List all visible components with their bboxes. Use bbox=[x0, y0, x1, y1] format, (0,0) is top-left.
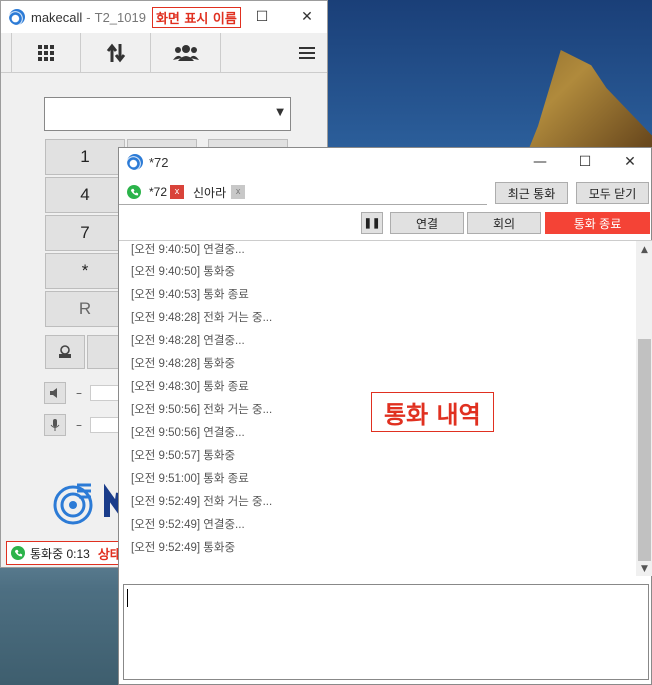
speaker-icon bbox=[50, 388, 57, 398]
connect-button[interactable]: 연결 bbox=[390, 212, 464, 234]
call-history-annotation: 통화 내역 bbox=[371, 392, 494, 432]
log-line: [오전 9:48:28] 연결중... bbox=[131, 335, 245, 347]
dialpad-icon bbox=[38, 45, 54, 61]
call-window: *72 — ☐ ✕ *72 x 신아라 x 최근 통화 모두 닫기 ❚❚ 연결 … bbox=[118, 147, 652, 685]
scroll-down-icon[interactable]: ▼ bbox=[636, 560, 652, 576]
minimize-icon[interactable]: — bbox=[517, 148, 563, 176]
tab-dialpad[interactable] bbox=[11, 33, 81, 73]
log-scrollbar[interactable]: ▲ ▼ bbox=[636, 241, 652, 576]
channel-tab-label: *72 bbox=[149, 185, 168, 199]
mic-volume-row: – bbox=[44, 414, 120, 436]
active-call-icon bbox=[127, 185, 141, 199]
maximize-icon[interactable]: ☐ bbox=[239, 1, 285, 33]
speaker-volume-row: – bbox=[44, 382, 120, 404]
log-line: [오전 9:52:49] 통화중 bbox=[131, 542, 236, 554]
log-line: [오전 9:52:49] 연결중... bbox=[131, 519, 245, 531]
mic-volume-slider[interactable] bbox=[90, 417, 120, 433]
transfer-arrows-icon bbox=[106, 43, 125, 63]
tab-contacts[interactable] bbox=[151, 33, 221, 73]
extension-number: T2_1019 bbox=[94, 9, 146, 25]
mic-dash: – bbox=[76, 418, 82, 432]
status-text: 통화중 0:13 bbox=[30, 546, 90, 561]
close-tab-icon[interactable]: x bbox=[231, 185, 246, 199]
log-line: [오전 9:51:00] 통화 종료 bbox=[131, 473, 249, 485]
mic-button[interactable] bbox=[44, 414, 66, 436]
close-tab-icon[interactable]: x bbox=[170, 185, 185, 199]
log-line: [오전 9:40:50] 연결중... bbox=[131, 244, 245, 256]
message-input[interactable] bbox=[123, 584, 649, 680]
main-titlebar: makecall - T2_1019 화면 표시 이름 ☐ ✕ bbox=[1, 1, 327, 33]
makecall-app-icon bbox=[9, 9, 25, 25]
key-star[interactable]: * bbox=[45, 253, 125, 289]
channel-tab-72[interactable]: *72 x bbox=[127, 182, 185, 202]
call-window-title: *72 bbox=[149, 154, 169, 170]
title-separator: - bbox=[86, 9, 91, 25]
channel-tab-underline bbox=[119, 204, 487, 205]
hamburger-menu-icon[interactable] bbox=[299, 33, 323, 72]
call-titlebar: *72 — ☐ ✕ bbox=[119, 148, 651, 176]
channel-tab-shin-ara[interactable]: 신아라 x bbox=[193, 182, 246, 202]
phone-number-input[interactable]: ▼ bbox=[44, 97, 291, 131]
scroll-up-icon[interactable]: ▲ bbox=[636, 241, 652, 258]
log-line: [오전 9:48:28] 통화중 bbox=[131, 358, 236, 370]
conference-button[interactable]: 회의 bbox=[467, 212, 541, 234]
tab-transfer[interactable] bbox=[81, 33, 151, 73]
headset-button[interactable] bbox=[45, 335, 85, 369]
main-app-name: makecall bbox=[31, 9, 83, 25]
log-line: [오전 9:40:53] 통화 종료 bbox=[131, 289, 249, 301]
close-icon[interactable]: ✕ bbox=[607, 148, 652, 176]
key-4[interactable]: 4 bbox=[45, 177, 125, 213]
headset-icon bbox=[59, 345, 71, 358]
speaker-button[interactable] bbox=[44, 382, 66, 404]
call-app-icon bbox=[127, 154, 143, 170]
microphone-icon bbox=[50, 419, 60, 431]
channel-tab-label: 신아라 bbox=[193, 185, 227, 200]
pause-button[interactable]: ❚❚ bbox=[361, 212, 383, 234]
tabbar-spacer bbox=[221, 33, 299, 72]
end-call-button[interactable]: 통화 종료 bbox=[545, 212, 650, 234]
maximize-icon[interactable]: ☐ bbox=[562, 148, 608, 176]
text-caret bbox=[127, 589, 128, 607]
channel-tab-bar: *72 x 신아라 x 최근 통화 모두 닫기 bbox=[119, 178, 652, 208]
key-7[interactable]: 7 bbox=[45, 215, 125, 251]
key-redial[interactable]: R bbox=[45, 291, 125, 327]
log-line: [오전 9:40:50] 통화중 bbox=[131, 266, 236, 278]
log-line: [오전 9:50:56] 전화 거는 중... bbox=[131, 404, 273, 416]
display-name-annotation: 화면 표시 이름 bbox=[151, 6, 241, 28]
close-all-button[interactable]: 모두 닫기 bbox=[576, 182, 649, 204]
recent-calls-button[interactable]: 최근 통화 bbox=[495, 182, 568, 204]
log-line: [오전 9:50:57] 통화중 bbox=[131, 450, 236, 462]
status-phone-icon bbox=[11, 546, 25, 560]
main-tabbar bbox=[1, 33, 327, 73]
speaker-dash: – bbox=[76, 386, 82, 400]
chevron-down-icon[interactable]: ▼ bbox=[276, 107, 284, 118]
speaker-volume-slider[interactable] bbox=[90, 385, 120, 401]
log-line: [오전 9:52:49] 전화 거는 중... bbox=[131, 496, 273, 508]
close-icon[interactable]: ✕ bbox=[284, 1, 330, 33]
scroll-thumb[interactable] bbox=[638, 339, 651, 561]
contacts-icon bbox=[172, 45, 199, 61]
call-log-area[interactable]: [오전 9:40:50] 연결중... [오전 9:40:50] 통화중 [오전… bbox=[119, 240, 652, 576]
log-line: [오전 9:48:28] 전화 거는 중... bbox=[131, 312, 273, 324]
log-line: [오전 9:48:30] 통화 종료 bbox=[131, 381, 249, 393]
log-line: [오전 9:50:56] 연결중... bbox=[131, 427, 245, 439]
key-1[interactable]: 1 bbox=[45, 139, 125, 175]
